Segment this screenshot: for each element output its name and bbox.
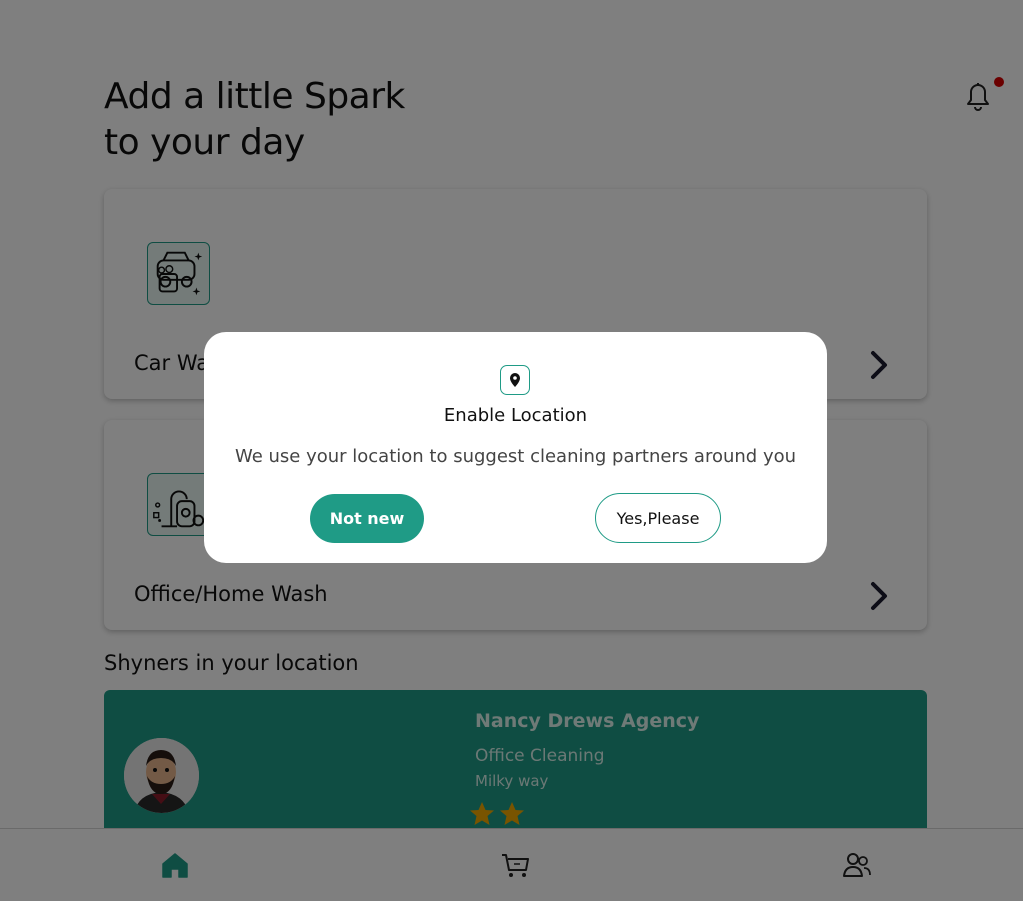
location-pin-icon <box>500 365 530 395</box>
dialog-title: Enable Location <box>443 405 588 426</box>
dialog-message: We use your location to suggest cleaning… <box>234 446 797 467</box>
decline-button[interactable]: Not new <box>310 494 424 543</box>
app-screen: Add a little Spark to your day Car Wash <box>0 0 1023 901</box>
accept-button[interactable]: Yes,Please <box>595 493 721 543</box>
enable-location-dialog: Enable Location We use your location to … <box>204 332 827 563</box>
